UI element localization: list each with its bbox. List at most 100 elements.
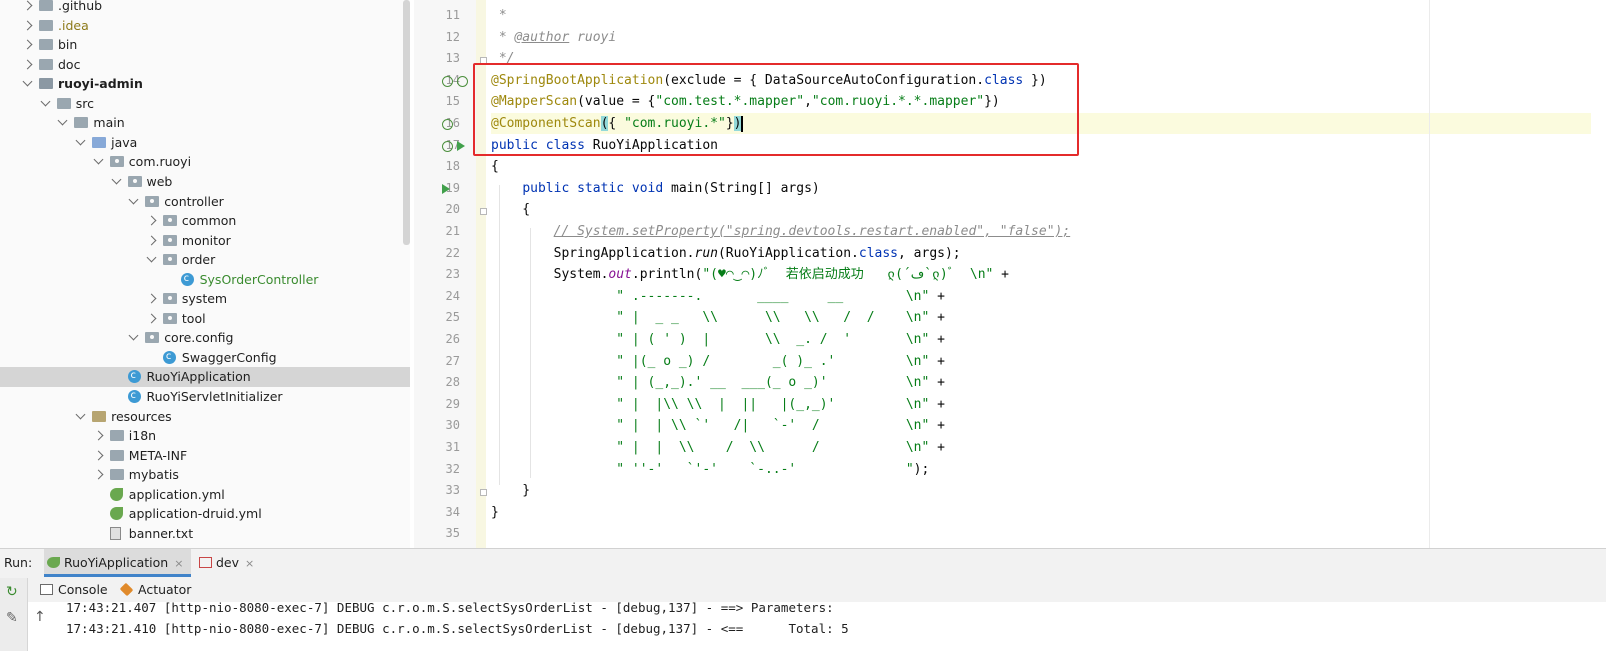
fold-marker-icon[interactable] [480,489,487,497]
tree-item[interactable]: tool [0,309,410,329]
code-line[interactable]: " | (_,_).' __ ___(_ o _)' \n" + [491,372,945,393]
tree-item[interactable]: java [0,133,410,153]
code-line[interactable]: * [491,5,507,26]
chevron-down-icon[interactable] [75,409,86,419]
code-line[interactable]: SpringApplication.run(RuoYiApplication.c… [491,243,961,264]
chevron-right-icon[interactable] [146,215,157,226]
tree-item[interactable]: application.yml [0,485,410,505]
code-line[interactable]: public static void main(String[] args) [491,178,819,199]
tree-item[interactable]: banner.txt [0,524,410,544]
code-line[interactable]: " | | \\ / \\ / \n" + [491,437,945,458]
code-line[interactable]: { [491,156,499,177]
chevron-down-icon[interactable] [146,252,157,263]
tree-item[interactable]: SysOrderController [0,269,410,290]
code-line[interactable]: " | | \\ `' /| `-' / \n" + [491,415,945,436]
tree-item[interactable]: i18n [0,426,410,446]
tree-item[interactable]: .github [0,0,410,16]
editor-gutter[interactable]: 11 12 13 14 15 16 17 18 19 20 21 22 23 24 25 26 27 28 29 30… [414,0,476,548]
code-line[interactable]: // System.setProperty("spring.devtools.r… [491,221,1071,242]
tree-item[interactable]: RuoYiServletInitializer [0,386,410,407]
code-token: class [858,245,899,261]
chevron-down-icon[interactable] [40,96,51,107]
chevron-right-icon[interactable] [22,20,33,30]
tree-item[interactable]: system [0,289,410,309]
tree-item[interactable]: monitor [0,231,410,251]
chevron-right-icon[interactable] [93,469,104,480]
chevron-down-icon[interactable] [111,174,121,185]
tree-item[interactable]: META-INF [0,446,410,466]
tree-item-label: banner.txt [128,525,194,541]
close-icon[interactable]: × [245,557,254,570]
tree-item[interactable]: web [0,172,410,192]
chevron-right-icon[interactable] [146,235,157,246]
tree-item[interactable]: com.ruoyi [0,152,410,172]
code-line[interactable]: { [491,199,530,220]
tree-item[interactable]: RuoYiApplication [0,366,410,388]
code-token: " | (_,_).' __ ___(_ o _)' \n" [616,375,930,391]
tree-item-label: i18n [128,428,157,444]
fold-marker-icon[interactable] [480,208,487,216]
tree-item[interactable]: order [0,250,410,270]
tree-item[interactable]: bin [0,35,410,55]
tree-item[interactable]: resources [0,407,410,427]
indent-guide [530,228,531,478]
chevron-right-icon[interactable] [22,39,33,50]
code-line[interactable]: * @author ruoyi [491,27,616,48]
scroll-up-icon[interactable]: ↑ [34,609,46,625]
chevron-right-icon[interactable] [146,313,157,324]
bean-icon[interactable] [457,75,468,87]
tree-item[interactable]: core.config [0,328,410,348]
chevron-down-icon[interactable] [128,194,139,204]
chevron-right-icon[interactable] [93,450,104,461]
code-line[interactable]: " |(_ o _) / _( )_ .' \n" + [491,351,945,372]
chevron-down-icon[interactable] [57,115,68,126]
code-line[interactable]: " | |\\ \\ | || |(_,_)' \n" + [491,394,945,415]
code-line[interactable]: " .-------. ____ __ \n" + [491,286,945,307]
code-line[interactable]: } [491,480,530,501]
run-tab-ruoyiapplication[interactable]: RuoYiApplication × [44,549,192,577]
code-line[interactable]: " | _ _ \\ \\ \\ / / \n" + [491,307,945,328]
bean-icon[interactable] [442,119,453,130]
console-output[interactable]: 17:43:21.407 [http-nio-8080-exec-7] DEBU… [28,602,1606,651]
tree-item[interactable]: SwaggerConfig [0,347,410,368]
code-token: "(♥◠‿◠)ﾉﾞ 若依启动成功 ლ(´ڡ`ლ)ﾞ \n" [702,267,994,283]
run-icon[interactable] [442,183,450,194]
tree-item[interactable]: main [0,113,410,133]
code-line[interactable]: System.out.println("(♥◠‿◠)ﾉﾞ 若依启动成功 ლ(´ڡ… [491,264,1009,285]
chevron-right-icon[interactable] [146,293,157,304]
bean-icon[interactable] [442,140,453,152]
tree-item[interactable]: controller [0,192,410,212]
chevron-right-icon[interactable] [93,430,104,441]
bean-icon[interactable] [442,75,453,87]
tree-item[interactable]: mybatis [0,465,410,485]
tree-item[interactable]: src [0,94,410,114]
project-tree[interactable]: .github .idea bin doc ruoyi-admin src main java… [0,0,410,560]
tree-item-label: core.config [164,330,234,346]
code-line[interactable]: " ''-' `'-' `-..-' "); [491,459,929,480]
run-label: Run: [4,555,33,570]
run-icon[interactable] [457,140,465,151]
tree-item[interactable]: .idea [0,16,410,36]
tree-item[interactable]: common [0,211,410,231]
rerun-icon[interactable]: ↻ [6,584,18,600]
chevron-down-icon[interactable] [128,330,139,341]
chevron-down-icon[interactable] [75,135,86,146]
tree-item[interactable]: application-druid.yml [0,504,410,524]
tree-scrollbar[interactable] [403,0,410,245]
code-line[interactable]: } [491,502,499,523]
wrench-icon[interactable]: ✎ [6,610,18,626]
indent-guide [499,185,500,485]
chevron-down-icon[interactable] [93,154,104,165]
chevron-right-icon[interactable] [22,0,33,11]
tree-item[interactable]: ruoyi-admin [0,74,410,94]
sub-tab-console[interactable]: Console [38,578,108,602]
tree-item[interactable]: doc [0,55,410,75]
chevron-right-icon[interactable] [22,59,33,70]
close-icon[interactable]: × [174,557,183,570]
run-tab-dev[interactable]: dev × [196,549,262,577]
code-line[interactable]: " | ( ' ) | \\ _. / ' \n" + [491,329,945,350]
chevron-down-icon[interactable] [22,76,33,87]
sub-tab-actuator[interactable]: Actuator [118,578,191,602]
